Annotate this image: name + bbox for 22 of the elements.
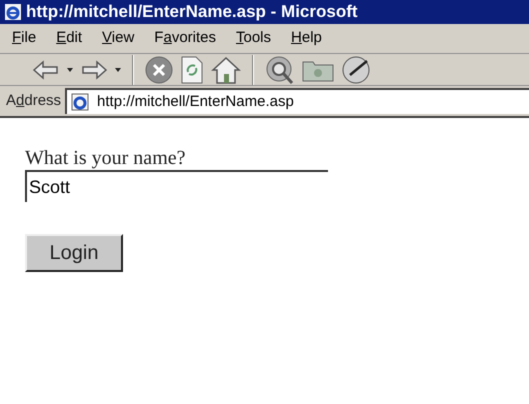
browser-logo-icon: [4, 3, 22, 21]
address-field[interactable]: http://mitchell/EnterName.asp: [65, 88, 529, 114]
back-arrow-icon[interactable]: [32, 58, 60, 80]
page-icon: [71, 93, 90, 111]
window-title: http://mitchell/EnterName.asp - Microsoft: [26, 1, 358, 24]
menu-item[interactable]: File: [12, 27, 36, 50]
forward-arrow-icon[interactable]: [80, 58, 108, 80]
menu-item[interactable]: Help: [291, 27, 322, 50]
menu-item[interactable]: Tools: [236, 27, 272, 50]
name-prompt: What is your name?: [25, 146, 186, 170]
menu-item[interactable]: Edit: [56, 27, 82, 50]
login-button[interactable]: Login: [25, 234, 123, 272]
menu-item[interactable]: Favorites: [154, 27, 216, 50]
dropdown-icon[interactable]: [67, 68, 73, 72]
refresh-page-icon[interactable]: [180, 56, 204, 84]
dropdown-icon[interactable]: [115, 68, 121, 72]
menu-item[interactable]: View: [102, 27, 134, 50]
search-icon[interactable]: [265, 54, 295, 84]
home-icon[interactable]: [211, 56, 241, 84]
name-input[interactable]: Scott: [25, 170, 328, 202]
address-label: Address: [6, 90, 62, 111]
stop-icon[interactable]: [145, 56, 173, 84]
